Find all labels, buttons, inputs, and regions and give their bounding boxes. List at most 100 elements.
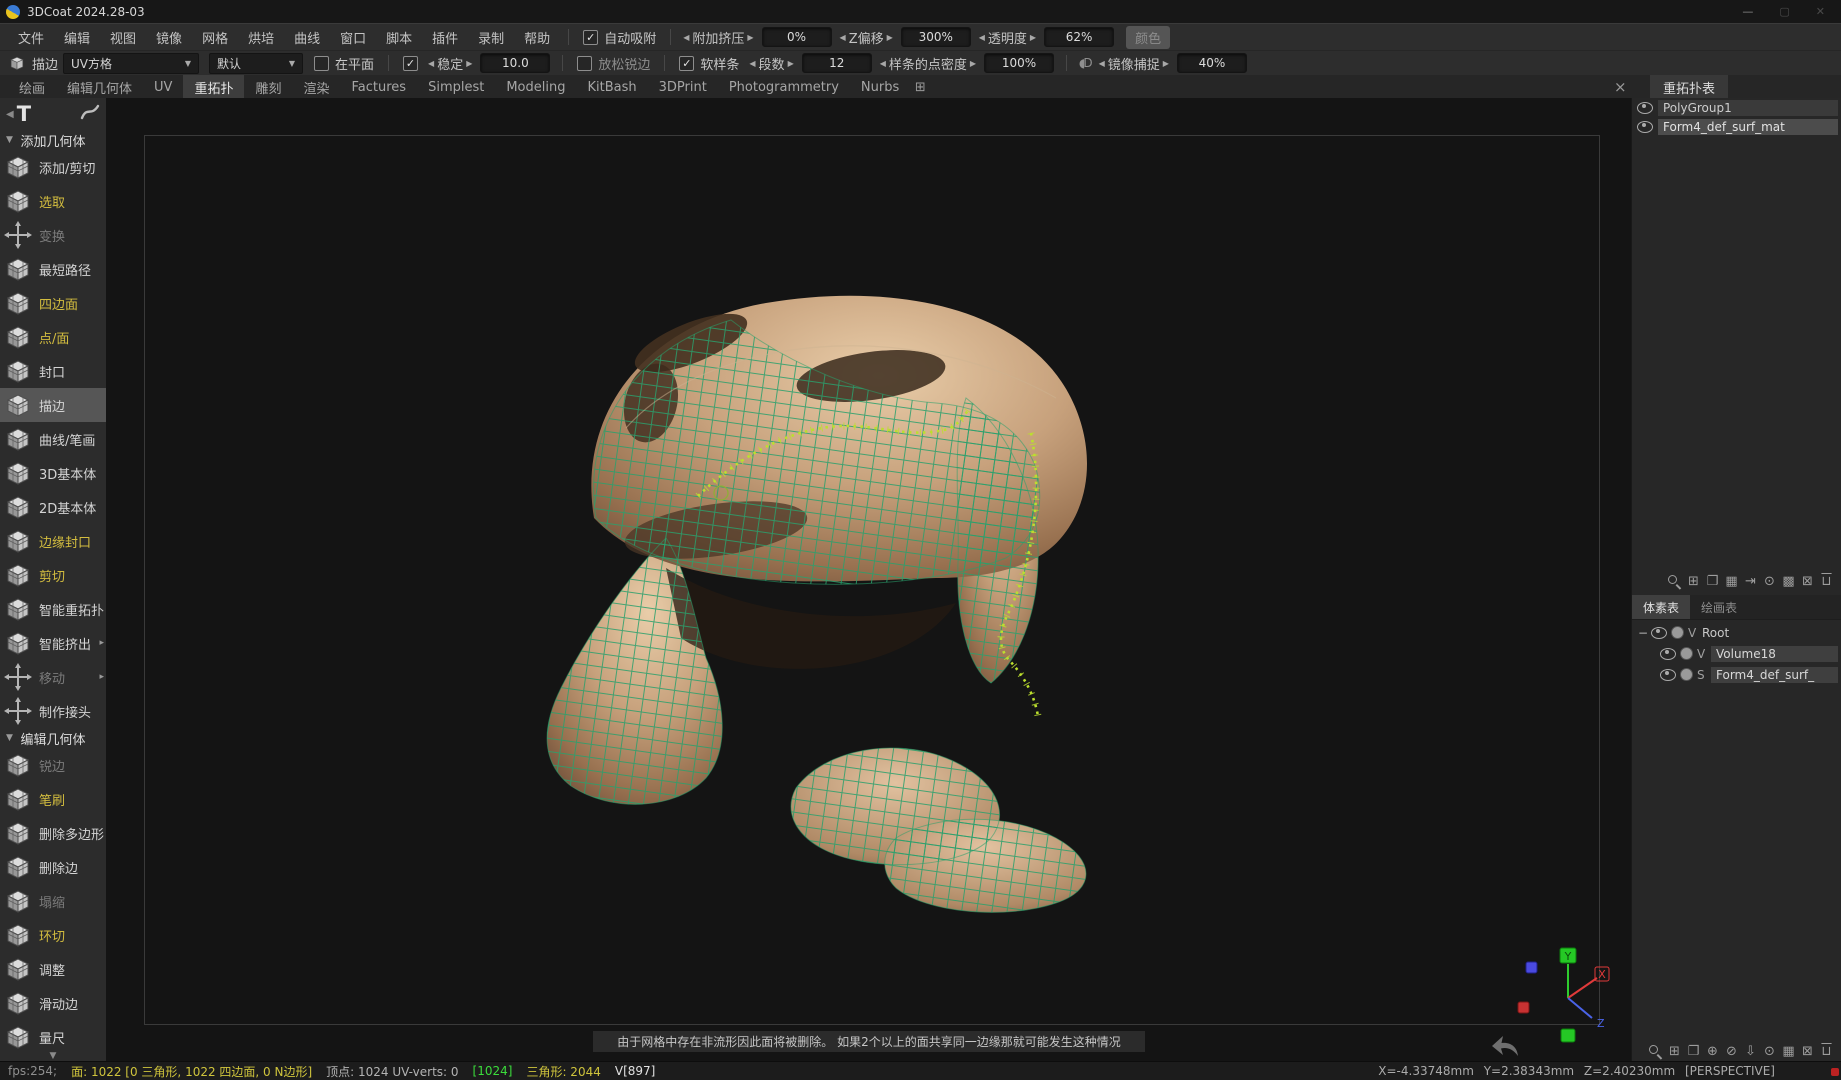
duplicate-icon[interactable]: ❐ <box>1706 573 1719 589</box>
spin-left-icon[interactable]: ◀ <box>840 33 846 42</box>
sidebar-tool-item[interactable]: 塌缩 ▸ <box>0 884 106 918</box>
sidebar-tool-item[interactable]: 调整 ▸ <box>0 952 106 986</box>
spin-left-icon[interactable]: ◀ <box>979 33 985 42</box>
sidebar-tool-item[interactable]: 选取 ▸ <box>0 184 106 218</box>
viewport-3d[interactable]: Y X Z 由于网格中存在非流形因此面将被删除。 如果2个以上的面共享同一边缘那… <box>106 98 1631 1062</box>
sidebar-tool-item[interactable]: 四边面 ▸ <box>0 286 106 320</box>
stabilize-value[interactable]: 10.0 <box>480 53 550 73</box>
menu-item[interactable]: 脚本 <box>376 28 422 47</box>
node-name[interactable]: Root <box>1702 626 1729 640</box>
text-tool-icon[interactable]: T <box>17 102 31 126</box>
sidebar-tool-item[interactable]: 剪切 ▸ <box>0 558 106 592</box>
sidebar-tool-item[interactable]: 移动 ▸ <box>0 660 106 694</box>
menu-item[interactable]: 视图 <box>100 28 146 47</box>
menu-item[interactable]: 窗口 <box>330 28 376 47</box>
sidebar-tool-item[interactable]: 制作接头 ▸ <box>0 694 106 728</box>
import-icon[interactable]: ⇥ <box>1744 573 1757 589</box>
collapse-sidebar-icon[interactable]: ◀ <box>6 109 14 120</box>
undo-arrow-icon[interactable] <box>1488 1034 1522 1058</box>
maximize-button[interactable]: ▢ <box>1779 5 1789 18</box>
sidebar-tool-item[interactable]: 量尺 ▸ <box>0 1020 106 1054</box>
no-draw-icon[interactable]: ⊘ <box>1725 1043 1738 1059</box>
visibility-eye-icon[interactable] <box>1637 102 1653 114</box>
checkbox-icon[interactable]: ✓ <box>583 30 598 45</box>
sidebar-tool-item[interactable]: 笔刷 ▸ <box>0 782 106 816</box>
menu-item[interactable]: 曲线 <box>284 28 330 47</box>
add-icon[interactable]: ⊞ <box>1687 573 1700 589</box>
warning-circle-icon[interactable]: ⊙ <box>1763 1043 1776 1059</box>
spin-right-icon[interactable]: ▶ <box>788 59 794 68</box>
grid-icon[interactable]: ▦ <box>1725 573 1738 589</box>
section-collapse-icon[interactable]: ▼ <box>6 135 13 145</box>
stabilize-toggle[interactable]: ✓ <box>403 56 418 71</box>
menu-item[interactable]: 帮助 <box>514 28 560 47</box>
checkbox-icon[interactable]: ✓ <box>403 56 418 71</box>
extrude-value[interactable]: 0% <box>762 27 832 47</box>
mirror-snap-value[interactable]: 40% <box>1177 53 1247 73</box>
workspace-tab[interactable]: 3DPrint <box>648 75 718 100</box>
menu-item[interactable]: 镜像 <box>146 28 192 47</box>
retopo-panel-tab[interactable]: 重拓扑表 <box>1650 75 1728 100</box>
scene-tree-row[interactable]: − V Root <box>1632 622 1841 643</box>
add-icon[interactable]: ⊞ <box>1668 1043 1681 1059</box>
soft-spline-toggle[interactable]: ✓ 软样条 <box>679 54 739 73</box>
visibility-eye-icon[interactable] <box>1660 669 1676 681</box>
checkbox-icon[interactable] <box>577 56 592 71</box>
menu-item[interactable]: 编辑 <box>54 28 100 47</box>
spin-right-icon[interactable]: ▶ <box>887 33 893 42</box>
brush-icon[interactable] <box>80 104 100 124</box>
spin-left-icon[interactable]: ◀ <box>749 59 755 68</box>
opacity-value[interactable]: 62% <box>1044 27 1114 47</box>
sidebar-tool-item[interactable]: 智能重拓扑 ▸ <box>0 592 106 626</box>
spin-right-icon[interactable]: ▶ <box>1030 33 1036 42</box>
add-tab-button[interactable]: ⊞ <box>910 75 930 100</box>
section-header-edit-geometry[interactable]: ▼ 编辑几何体 <box>0 728 106 748</box>
menu-item[interactable]: 插件 <box>422 28 468 47</box>
z-offset-value[interactable]: 300% <box>901 27 971 47</box>
close-tab-icon[interactable]: × <box>1614 78 1627 96</box>
sidebar-tool-item[interactable]: 删除边 ▸ <box>0 850 106 884</box>
workspace-tab[interactable]: KitBash <box>576 75 647 100</box>
file-remove-icon[interactable]: ⊠ <box>1801 573 1814 589</box>
workspace-tab[interactable]: Factures <box>341 75 418 100</box>
spin-left-icon[interactable]: ◀ <box>880 59 886 68</box>
layer-name[interactable]: Form4_def_surf_mat <box>1658 119 1838 135</box>
on-plane-toggle[interactable]: 在平面 <box>314 54 374 73</box>
workspace-tab[interactable]: UV <box>143 75 183 100</box>
trash-icon[interactable]: ⊔ <box>1820 573 1833 589</box>
scene-tree-row[interactable]: V Volume18 <box>1632 643 1841 664</box>
spin-right-icon[interactable]: ▶ <box>747 33 753 42</box>
sidebar-tool-item[interactable]: 环切 ▸ <box>0 918 106 952</box>
duplicate-icon[interactable]: ❐ <box>1687 1043 1700 1059</box>
menu-item[interactable]: 网格 <box>192 28 238 47</box>
sidebar-tool-item[interactable]: 添加/剪切 ▸ <box>0 150 106 184</box>
workspace-tab[interactable]: Nurbs <box>850 75 910 100</box>
shader-ball-icon[interactable] <box>1680 647 1693 660</box>
spin-right-icon[interactable]: ▶ <box>466 59 472 68</box>
workspace-tab[interactable]: Photogrammetry <box>718 75 850 100</box>
sidebar-tool-item[interactable]: 删除多边形 ▸ <box>0 816 106 850</box>
workspace-tab[interactable]: 雕刻 <box>244 75 292 100</box>
sidebar-tool-item[interactable]: 智能挤出 ▸ <box>0 626 106 660</box>
workspace-tab[interactable]: 重拓扑 <box>183 75 244 100</box>
node-name[interactable]: Form4_def_surf_ <box>1711 667 1838 683</box>
shader-ball-icon[interactable] <box>1680 668 1693 681</box>
visibility-eye-icon[interactable] <box>1651 627 1667 639</box>
sidebar-tool-item[interactable]: 3D基本体 ▸ <box>0 456 106 490</box>
retopo-layer-row[interactable]: Form4_def_surf_mat <box>1632 117 1841 136</box>
workspace-tab[interactable]: Simplest <box>417 75 495 100</box>
retopo-layer-row[interactable]: PolyGroup1 <box>1632 98 1841 117</box>
dense-grid-icon[interactable]: ▦ <box>1782 1043 1795 1059</box>
spin-left-icon[interactable]: ◀ <box>683 33 689 42</box>
file-remove-icon[interactable]: ⊠ <box>1801 1043 1814 1059</box>
minimize-button[interactable]: — <box>1742 5 1753 18</box>
sidebar-tool-item[interactable]: 变换 ▸ <box>0 218 106 252</box>
workspace-tab[interactable]: Modeling <box>495 75 576 100</box>
segments-value[interactable]: 12 <box>802 53 872 73</box>
layer-name[interactable]: PolyGroup1 <box>1658 100 1838 116</box>
sidebar-tool-item[interactable]: 2D基本体 ▸ <box>0 490 106 524</box>
workspace-tab[interactable]: 绘画 <box>8 75 56 100</box>
scene-tree-row[interactable]: S Form4_def_surf_ <box>1632 664 1841 685</box>
trash-icon[interactable]: ⊔ <box>1820 1043 1833 1059</box>
sidebar-tool-item[interactable]: 最短路径 ▸ <box>0 252 106 286</box>
